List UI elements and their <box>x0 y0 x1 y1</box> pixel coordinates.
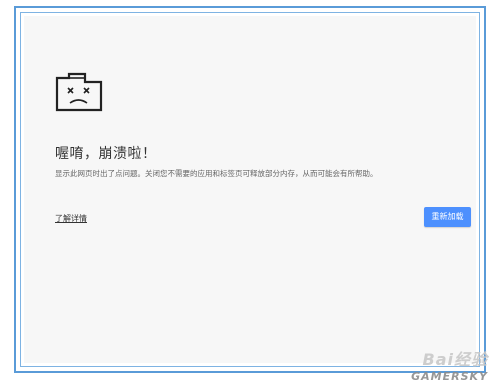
reload-button[interactable]: 重新加载 <box>424 207 471 227</box>
crash-title: 喔唷，崩溃啦！ <box>55 146 157 162</box>
screenshot-frame: 喔唷，崩溃啦！ 显示此网页时出了点问题。关闭您不需要的应用和标签页可释放部分内存… <box>14 6 486 373</box>
crash-page: 喔唷，崩溃啦！ 显示此网页时出了点问题。关闭您不需要的应用和标签页可释放部分内存… <box>24 16 476 363</box>
sad-folder-icon <box>55 72 103 112</box>
baidu-watermark: Bai经验 <box>422 350 488 369</box>
crash-message: 显示此网页时出了点问题。关闭您不需要的应用和标签页可释放部分内存，从而可能会有所… <box>55 169 378 178</box>
screenshot-frame-inner: 喔唷，崩溃啦！ 显示此网页时出了点问题。关闭您不需要的应用和标签页可释放部分内存… <box>20 12 480 367</box>
watermark: Bai经验 GAMERSKY <box>411 346 488 383</box>
gamersky-watermark: GAMERSKY <box>411 370 488 383</box>
learn-more-link[interactable]: 了解详情 <box>55 213 87 224</box>
